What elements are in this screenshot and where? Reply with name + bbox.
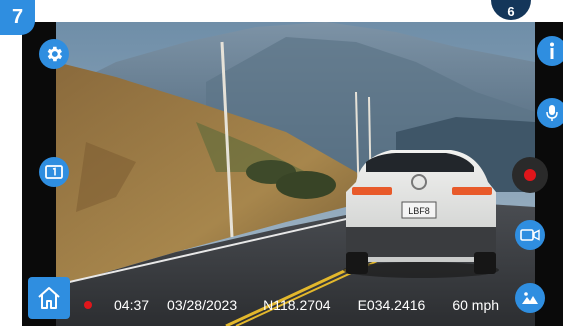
home-icon <box>38 287 60 309</box>
home-button[interactable] <box>28 277 70 319</box>
info-button[interactable] <box>537 36 563 66</box>
info-icon <box>550 42 554 59</box>
microphone-icon <box>546 105 558 121</box>
microphone-button[interactable] <box>537 98 563 128</box>
recording-indicator <box>84 301 92 309</box>
camera-switch-button[interactable] <box>39 157 69 187</box>
gallery-button[interactable] <box>515 283 545 313</box>
status-longitude: E034.2416 <box>357 297 426 313</box>
status-date: 03/28/2023 <box>167 297 238 313</box>
status-time: 04:37 <box>114 297 150 313</box>
status-latitude: N118.2704 <box>263 297 331 313</box>
step-badge: 7 <box>0 0 35 35</box>
license-plate-text: LBF8 <box>408 206 430 216</box>
camera-1-icon <box>45 165 63 179</box>
photo-gallery-icon <box>522 292 538 304</box>
record-icon <box>524 169 536 181</box>
video-button[interactable] <box>515 220 545 250</box>
gear-icon <box>47 46 63 62</box>
dashcam-viewport: LBF8 <box>22 22 563 326</box>
road-scene-image: LBF8 <box>56 22 535 326</box>
settings-button[interactable] <box>39 39 69 69</box>
status-speed: 60 mph <box>452 297 500 313</box>
status-bar: 04:37 03/28/2023 N118.2704 E034.2416 60 … <box>84 296 499 314</box>
video-camera-icon <box>520 229 540 241</box>
corner-badge: 6 <box>491 0 531 20</box>
record-button[interactable] <box>512 157 548 193</box>
camera-feed: LBF8 <box>56 22 535 326</box>
